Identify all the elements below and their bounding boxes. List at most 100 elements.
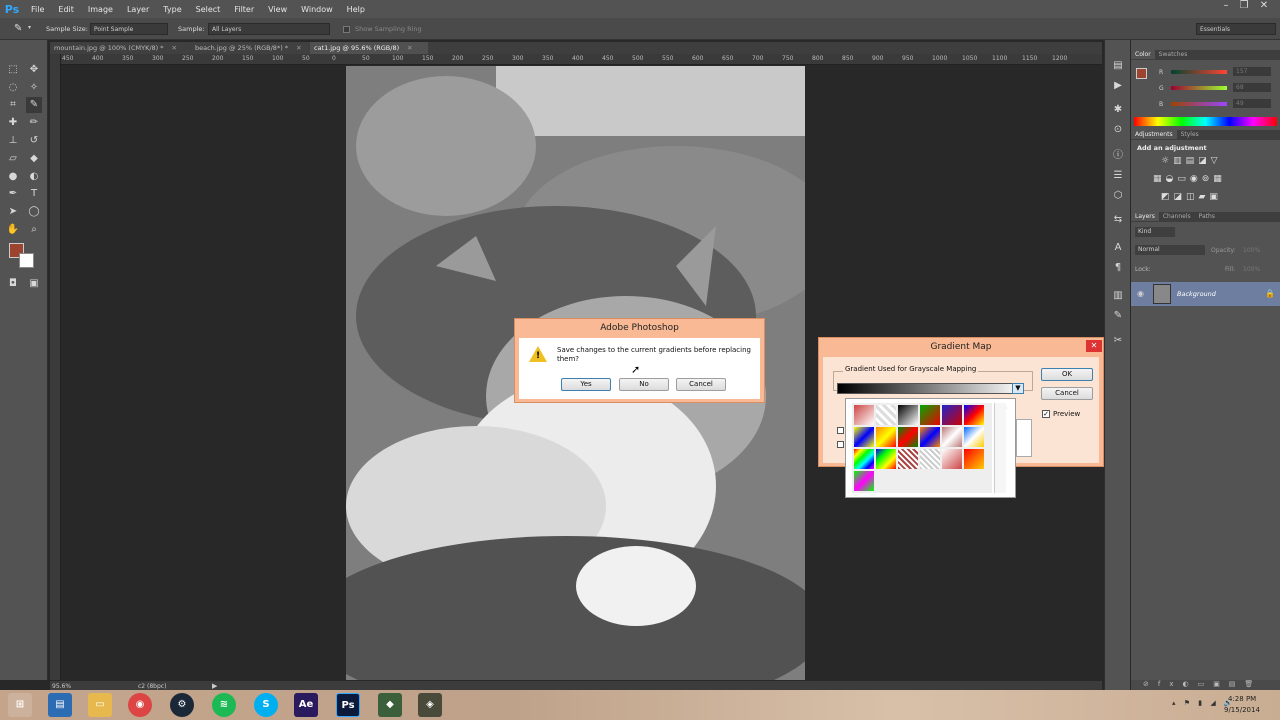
menu-image[interactable]: Image — [81, 5, 120, 14]
status-menu-arrow-icon[interactable]: ▶ — [212, 682, 217, 690]
restore-icon[interactable]: ❐ — [1236, 0, 1252, 14]
tool-presets-panel-icon[interactable]: ✂ — [1110, 333, 1126, 349]
sample-select[interactable]: All Layers — [208, 23, 330, 35]
cancel-button[interactable]: Cancel — [676, 378, 726, 391]
paragraph-panel-icon[interactable]: ¶ — [1110, 260, 1126, 276]
gradient-swatch[interactable] — [920, 449, 940, 469]
picker-scrollbar[interactable] — [994, 403, 1006, 493]
gradient-swatch[interactable] — [898, 427, 918, 447]
tab-beach[interactable]: beach.jpg @ 25% (RGB/8*) * ✕ — [191, 42, 309, 54]
brush-tool-icon[interactable]: ✏ — [26, 115, 42, 131]
color-spectrum[interactable] — [1134, 117, 1277, 126]
tab-channels[interactable]: Channels — [1159, 212, 1195, 221]
menu-edit[interactable]: Edit — [51, 5, 81, 14]
hand-tool-icon[interactable]: ✋ — [5, 222, 21, 238]
tab-cat1[interactable]: cat1.jpg @ 95.6% (RGB/8) ✕ — [310, 42, 428, 54]
blur-tool-icon[interactable]: ● — [5, 169, 21, 185]
zoom-level[interactable]: 95.6% — [52, 683, 71, 690]
gradient-swatch[interactable] — [942, 427, 962, 447]
workspace-select[interactable]: Essentials — [1196, 23, 1276, 35]
menu-help[interactable]: Help — [340, 5, 372, 14]
layer-name[interactable]: Background — [1177, 290, 1216, 298]
gradient-swatch[interactable] — [876, 449, 896, 469]
g-slider[interactable] — [1171, 86, 1227, 90]
healing-brush-tool-icon[interactable]: ✚ — [5, 115, 21, 131]
layer-row-background[interactable]: ◉ Background 🔒 — [1131, 282, 1280, 306]
lasso-tool-icon[interactable]: ◌ — [5, 80, 21, 96]
close-icon[interactable]: ✕ — [407, 44, 412, 52]
panel-foreground-swatch[interactable] — [1136, 68, 1147, 79]
eraser-tool-icon[interactable]: ▱ — [5, 151, 21, 167]
eyedropper-tool-icon[interactable]: ✎ — [26, 97, 42, 113]
eyedropper-tool-icon[interactable]: ✎ — [14, 23, 26, 35]
dither-checkbox[interactable] — [837, 427, 844, 434]
r-slider[interactable] — [1171, 70, 1227, 74]
zoom-tool-icon[interactable]: ⌕ — [26, 222, 42, 238]
layer-comps-panel-icon[interactable]: ▥ — [1110, 288, 1126, 304]
gradient-preview-bar[interactable] — [837, 383, 1023, 394]
dodge-tool-icon[interactable]: ◐ — [26, 169, 42, 185]
close-icon[interactable]: ✕ — [172, 44, 177, 52]
3d-panel-icon[interactable]: ⬡ — [1110, 188, 1126, 204]
menu-file[interactable]: File — [24, 5, 51, 14]
actions-panel-icon[interactable]: ▶ — [1110, 78, 1126, 94]
b-slider[interactable] — [1171, 102, 1227, 106]
character-panel-icon[interactable]: A — [1110, 240, 1126, 256]
folder-icon[interactable]: ▭ — [88, 693, 112, 717]
adjustment-icons-row-2[interactable]: ▦◒▭◉⊚▦ — [1153, 174, 1263, 186]
cancel-button[interactable]: Cancel — [1041, 387, 1093, 400]
history-panel-icon[interactable]: ▤ — [1110, 58, 1126, 74]
menu-select[interactable]: Select — [189, 5, 228, 14]
paint-bucket-tool-icon[interactable]: ◆ — [26, 151, 42, 167]
ok-button[interactable]: OK — [1041, 368, 1093, 381]
preview-checkbox[interactable]: ✓ — [1042, 410, 1050, 418]
clock-time[interactable]: 4:28 PM — [1228, 695, 1256, 703]
magic-wand-tool-icon[interactable]: ✧ — [26, 80, 42, 96]
gradient-swatch[interactable] — [942, 449, 962, 469]
tool-preset-chevron-icon[interactable]: ▾ — [28, 24, 31, 31]
gradient-dropdown-arrow-icon[interactable]: ▼ — [1012, 383, 1024, 394]
sample-size-select[interactable]: Point Sample — [90, 23, 168, 35]
close-icon[interactable]: ✕ — [296, 44, 301, 52]
gradient-swatch[interactable] — [964, 427, 984, 447]
menu-filter[interactable]: Filter — [227, 5, 261, 14]
gradient-swatch[interactable] — [854, 427, 874, 447]
gradient-swatch[interactable] — [854, 471, 874, 491]
reverse-checkbox[interactable] — [837, 441, 844, 448]
tab-styles[interactable]: Styles — [1177, 130, 1203, 139]
info-panel-icon[interactable]: ⓘ — [1110, 148, 1126, 164]
layer-kind-filter[interactable]: Kind — [1135, 227, 1175, 237]
close-icon[interactable]: ✕ — [1256, 0, 1272, 14]
menu-layer[interactable]: Layer — [120, 5, 156, 14]
pen-tool-icon[interactable]: ✒ — [5, 186, 21, 202]
shape-tool-icon[interactable]: ◯ — [26, 204, 42, 220]
timeline-panel-icon[interactable]: ⇆ — [1110, 212, 1126, 228]
clone-stamp-tool-icon[interactable]: ⊥ — [5, 133, 21, 149]
steam-icon[interactable]: ⚙ — [170, 693, 194, 717]
gradient-swatch[interactable] — [854, 405, 874, 425]
gradient-swatch[interactable] — [898, 405, 918, 425]
tab-mountain[interactable]: mountain.jpg @ 100% (CMYK/8) * ✕ — [50, 42, 190, 54]
spotify-icon[interactable]: ≋ — [212, 693, 236, 717]
type-tool-icon[interactable]: T — [26, 186, 42, 202]
quick-mask-icon[interactable]: ◘ — [5, 276, 21, 292]
app-icon[interactable]: ◆ — [378, 693, 402, 717]
layers-footer-buttons[interactable]: ⊘fx◐▭▣▤🗑 — [1131, 680, 1280, 690]
start-button-icon[interactable]: ⊞ — [8, 693, 32, 717]
blend-mode-select[interactable]: Normal — [1135, 245, 1205, 255]
adjustment-icons-row-3[interactable]: ◩◪◫▰▣ — [1161, 192, 1261, 204]
adjustment-icons-row-1[interactable]: ☼▥▤◪▽ — [1161, 156, 1261, 168]
r-value[interactable]: 157 — [1233, 67, 1271, 76]
history-brush-tool-icon[interactable]: ↺ — [26, 133, 42, 149]
gradient-swatch[interactable] — [920, 405, 940, 425]
background-color-swatch[interactable] — [19, 253, 34, 268]
after-effects-icon[interactable]: Ae — [294, 693, 318, 717]
gradient-swatch[interactable] — [920, 427, 940, 447]
tab-layers[interactable]: Layers — [1131, 212, 1159, 221]
menu-view[interactable]: View — [261, 5, 294, 14]
b-value[interactable]: 49 — [1233, 99, 1271, 108]
show-sampling-ring-checkbox[interactable] — [343, 26, 350, 33]
gradient-swatch[interactable] — [898, 449, 918, 469]
move-tool-icon[interactable]: ✥ — [26, 62, 42, 78]
gradient-swatch[interactable] — [964, 449, 984, 469]
